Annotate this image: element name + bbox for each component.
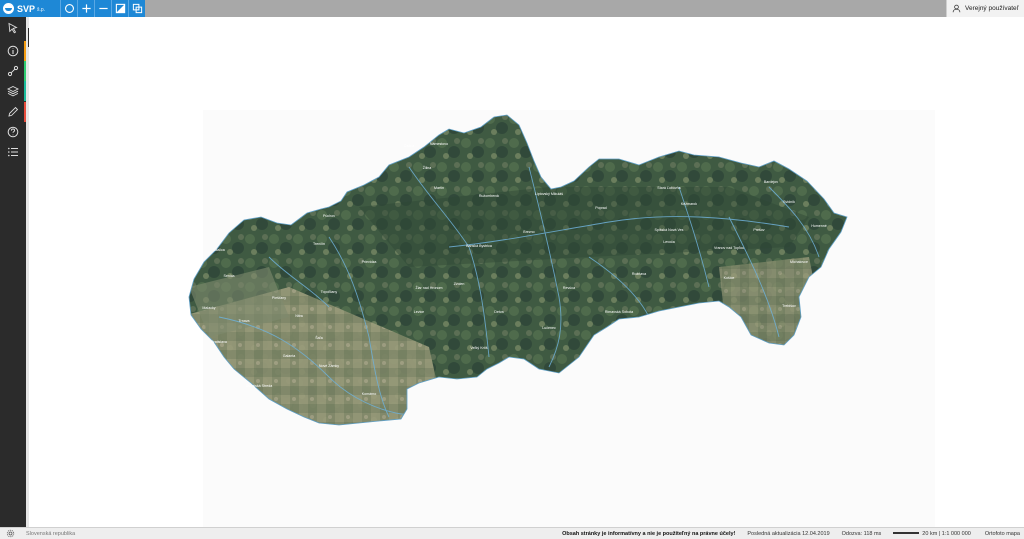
svp-logo-icon [3, 3, 14, 14]
minus-icon [98, 7, 108, 10]
route-icon [7, 65, 19, 77]
slovakia-orthophoto: Žilina Martin Poprad Prešov Košice Banská Bys… [188, 114, 848, 426]
place-label: Zvolen [454, 282, 465, 286]
place-label: Spišská Nová Ves [655, 228, 684, 232]
disclaimer-text: Obsah stránky je informatívny a nie je p… [562, 530, 736, 537]
user-icon [952, 4, 961, 13]
place-label: Kežmarok [681, 202, 697, 206]
place-label: Čadca [404, 143, 414, 148]
layers-icon [7, 85, 19, 97]
place-label: Púchov [323, 214, 335, 218]
place-label: Martin [434, 186, 444, 190]
gear-icon[interactable] [6, 529, 15, 538]
search-button[interactable] [60, 0, 77, 17]
list-icon [8, 147, 18, 157]
place-label: Malacky [202, 306, 215, 310]
scale-text: 20 km | 1:1 000 000 [922, 530, 971, 537]
place-label: Námestovo [430, 142, 448, 146]
place-label: Topoľčany [321, 290, 338, 294]
cursor-icon [8, 22, 18, 34]
place-label: Rimavská Sobota [605, 310, 633, 314]
place-label: Lučenec [542, 326, 556, 330]
place-label: Banská Bystrica [466, 244, 492, 248]
brand[interactable]: SVP š.p. [0, 0, 60, 17]
place-label: Levice [414, 310, 424, 314]
place-label: Skalica [213, 248, 225, 252]
info-icon [7, 45, 19, 57]
place-label: Revúca [563, 286, 575, 290]
place-label: Piešťany [272, 296, 286, 300]
place-label: Bratislava [211, 340, 227, 344]
place-label: Levoča [663, 240, 675, 244]
zoom-out-button[interactable] [94, 0, 111, 17]
place-label: Rožňava [632, 272, 646, 276]
place-label: Stará Ľubovňa [657, 186, 680, 190]
place-label: Nové Zámky [319, 364, 339, 368]
place-label: Košice [724, 276, 735, 280]
draw-tool-button[interactable] [0, 102, 26, 122]
layers-square-icon [115, 3, 125, 14]
place-label: Liptovský Mikuláš [535, 192, 563, 196]
place-label: Galanta [283, 354, 296, 358]
zoom-in-button[interactable] [77, 0, 94, 17]
user-menu[interactable]: Verejný používateľ [946, 0, 1024, 17]
select-tool-button[interactable] [0, 18, 26, 38]
place-label: Brezno [523, 230, 534, 234]
windows-button[interactable] [128, 0, 145, 17]
place-label: Humenné [811, 224, 827, 228]
magnifier-icon [64, 4, 74, 13]
place-label: Vranov nad Topľou [714, 246, 744, 250]
basemap-label[interactable]: Ortofoto mapa [977, 531, 1024, 537]
place-label: Poprad [595, 206, 607, 210]
place-label: Nitra [295, 314, 303, 318]
brand-name: SVP [17, 3, 36, 14]
map-toolbar [60, 0, 145, 17]
last-update-text: Posledná aktualizácia 12.04.2019 [747, 530, 830, 537]
brand-subtitle: š.p. [37, 7, 46, 13]
place-label: Senica [224, 274, 235, 278]
place-label: Detva [494, 310, 503, 314]
legend-tool-button[interactable] [0, 142, 26, 162]
measure-tool-button[interactable] [0, 61, 26, 81]
pencil-icon [8, 106, 19, 117]
place-label: Šaľa [315, 335, 322, 340]
windows-icon [132, 3, 142, 14]
place-label: Prievidza [362, 260, 377, 264]
place-label: Žilina [423, 165, 432, 170]
place-label: Trebišov [782, 304, 796, 308]
user-label: Verejný používateľ [965, 5, 1019, 12]
place-label: Dunajská Streda [246, 384, 273, 388]
place-label: Bardejov [764, 180, 778, 184]
place-label: Svidník [783, 200, 795, 204]
layers-tool-button[interactable] [0, 81, 26, 101]
plus-icon [81, 4, 91, 13]
place-label: Žiar nad Hronom [416, 285, 443, 290]
status-info: Obsah stránky je informatívny a nie je p… [556, 528, 1024, 539]
top-bar: SVP š.p. Verejný používateľ [0, 0, 1024, 17]
place-label: Komárno [362, 392, 377, 396]
place-label: Prešov [753, 228, 764, 232]
response-time-text: Odozva: 118 ms [841, 530, 882, 537]
place-label: Veľký Krtíš [470, 346, 487, 350]
place-label: Trnava [238, 319, 249, 323]
scale-line [893, 532, 920, 535]
info-tool-button[interactable] [0, 41, 26, 61]
basemap-button[interactable] [111, 0, 128, 17]
place-label: Michalovce [790, 260, 808, 264]
place-label: Trenčín [313, 242, 325, 246]
status-bar: Slovenská republika Obsah stránky je inf… [0, 527, 1024, 539]
help-icon [7, 126, 19, 138]
help-tool-button[interactable] [0, 122, 26, 142]
place-label: Ružomberok [479, 194, 500, 198]
scale-bar: 20 km | 1:1 000 000 [887, 531, 977, 537]
left-sidebar [0, 17, 26, 527]
map-canvas[interactable]: Žilina Martin Poprad Prešov Košice Banská Bys… [29, 17, 1024, 528]
region-label: Slovenská republika [26, 531, 76, 537]
